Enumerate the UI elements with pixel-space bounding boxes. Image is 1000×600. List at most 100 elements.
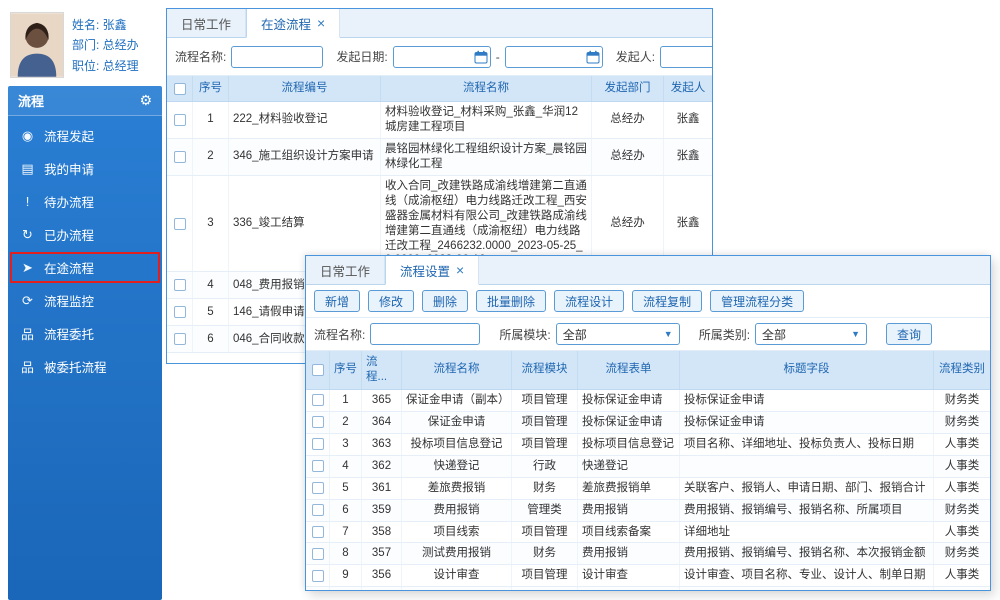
add-button[interactable]: 新增 <box>314 290 360 312</box>
tab-daily-work[interactable]: 日常工作 <box>306 256 385 284</box>
sidebar-item-todo-processes[interactable]: ! 待办流程 <box>8 185 162 218</box>
avatar <box>10 12 64 78</box>
calendar-icon[interactable] <box>586 50 600 64</box>
cell-process-name: 快递登记 <box>402 456 512 477</box>
select-all-checkbox[interactable] <box>312 364 324 376</box>
module-select[interactable]: 全部 ▼ <box>556 323 680 345</box>
tab-process-settings[interactable]: 流程设置 × <box>385 256 479 285</box>
cell-module: 项目管理 <box>512 587 578 591</box>
cell-index: 5 <box>193 299 229 325</box>
table-row[interactable]: 7 358 项目线索 项目管理 项目线索备案 详细地址 人事类 <box>306 522 990 544</box>
sidebar-item-delegated-processes[interactable]: 品 被委托流程 <box>8 350 162 383</box>
sidebar-item-process-monitor[interactable]: ⟳ 流程监控 <box>8 284 162 317</box>
process-design-button[interactable]: 流程设计 <box>554 290 624 312</box>
cell-index: 6 <box>330 500 362 521</box>
tab-close-icon[interactable]: × <box>317 16 325 30</box>
row-checkbox[interactable] <box>312 438 324 450</box>
sidebar-item-label: 流程发起 <box>44 126 94 145</box>
batch-delete-button[interactable]: 批量删除 <box>476 290 546 312</box>
cell-module: 项目管理 <box>512 522 578 543</box>
cell-process-name: 材料验收登记_材料采购_张鑫_华润12城房建工程项目 <box>381 102 592 138</box>
table-row[interactable]: 10 355 设计进度汇报 项目管理 设计进度汇报 设计进度汇报、所属项目、任务… <box>306 587 990 591</box>
delete-button[interactable]: 删除 <box>422 290 468 312</box>
row-checkbox[interactable] <box>312 548 324 560</box>
cell-form: 设计进度汇报 <box>578 587 680 591</box>
row-checkbox-cell <box>306 456 330 477</box>
cell-form: 项目线索备案 <box>578 522 680 543</box>
row-checkbox[interactable] <box>312 394 324 406</box>
table-body: 1 365 保证金申请（副本） 项目管理 投标保证金申请 投标保证金申请 财务类… <box>306 390 990 591</box>
broadcast-icon: ◉ <box>20 128 35 144</box>
sidebar-item-done-processes[interactable]: ↻ 已办流程 <box>8 218 162 251</box>
row-checkbox[interactable] <box>312 482 324 494</box>
tab-inflight-processes[interactable]: 在途流程 × <box>246 9 340 38</box>
row-checkbox[interactable] <box>174 151 186 163</box>
initiator-input[interactable] <box>660 46 713 68</box>
row-checkbox[interactable] <box>312 416 324 428</box>
search-button[interactable]: 查询 <box>886 323 932 345</box>
row-checkbox[interactable] <box>174 218 186 230</box>
row-checkbox[interactable] <box>174 333 186 345</box>
row-checkbox[interactable] <box>174 114 186 126</box>
table-row[interactable]: 2 364 保证金申请 项目管理 投标保证金申请 投标保证金申请 财务类 <box>306 412 990 434</box>
cell-form: 差旅费报销单 <box>578 478 680 499</box>
process-copy-button[interactable]: 流程复制 <box>632 290 702 312</box>
table-row[interactable]: 8 357 测试费用报销 财务 费用报销 费用报销、报销编号、报销名称、本次报销… <box>306 543 990 565</box>
table-row[interactable]: 6 359 费用报销 管理类 费用报销 费用报销、报销编号、报销名称、所属项目 … <box>306 500 990 522</box>
row-checkbox[interactable] <box>174 306 186 318</box>
sidebar-item-label: 待办流程 <box>44 192 94 211</box>
row-checkbox[interactable] <box>174 279 186 291</box>
table-row[interactable]: 2 346_施工组织设计方案申请 晨铭园林绿化工程组织设计方案_晨铭园林绿化工程… <box>167 139 712 176</box>
row-checkbox-cell <box>306 434 330 455</box>
cell-module: 财务 <box>512 543 578 564</box>
cell-index: 10 <box>330 587 362 591</box>
cell-index: 9 <box>330 565 362 586</box>
table-row[interactable]: 4 362 快递登记 行政 快递登记 人事类 <box>306 456 990 478</box>
table-row[interactable]: 3 363 投标项目信息登记 项目管理 投标项目信息登记 项目名称、详细地址、投… <box>306 434 990 456</box>
process-name-label: 流程名称: <box>175 48 226 65</box>
process-name-input[interactable] <box>231 46 323 68</box>
calendar-icon[interactable] <box>474 50 488 64</box>
sidebar-item-process-initiate[interactable]: ◉ 流程发起 <box>8 119 162 152</box>
cell-title-field: 费用报销、报销编号、报销名称、本次报销金额 <box>680 543 934 564</box>
table-row[interactable]: 1 222_材料验收登记 材料验收登记_材料采购_张鑫_华润12城房建工程项目 … <box>167 102 712 139</box>
category-select-value: 全部 <box>762 326 786 343</box>
header-initiator: 发起人 <box>664 76 712 101</box>
row-checkbox[interactable] <box>312 504 324 516</box>
row-checkbox[interactable] <box>312 460 324 472</box>
cell-category: 人事类 <box>934 456 990 477</box>
table-row[interactable]: 1 365 保证金申请（副本） 项目管理 投标保证金申请 投标保证金申请 财务类 <box>306 390 990 412</box>
select-all-checkbox[interactable] <box>174 83 186 95</box>
cell-process-code: 363 <box>362 434 402 455</box>
tab-daily-work[interactable]: 日常工作 <box>167 9 246 37</box>
gear-icon[interactable]: ⚙ <box>139 92 152 109</box>
sidebar-item-my-applications[interactable]: ▤ 我的申请 <box>8 152 162 185</box>
cell-index: 4 <box>330 456 362 477</box>
header-process-code: 流程... <box>362 351 402 389</box>
process-name-input[interactable] <box>370 323 480 345</box>
start-date-from <box>393 46 491 68</box>
tab-close-icon[interactable]: × <box>456 263 464 277</box>
cell-category: 财务类 <box>934 543 990 564</box>
user-name: 姓名: 张鑫 <box>72 16 139 33</box>
refresh-icon: ↻ <box>20 227 35 243</box>
cell-index: 2 <box>193 139 229 175</box>
row-checkbox[interactable] <box>312 526 324 538</box>
category-select[interactable]: 全部 ▼ <box>755 323 867 345</box>
tab-label: 在途流程 <box>261 14 311 33</box>
header-checkbox-cell <box>167 76 193 101</box>
cell-department: 总经办 <box>592 102 664 138</box>
toolbar: 新增 修改 删除 批量删除 流程设计 流程复制 管理流程分类 <box>306 285 990 318</box>
sync-icon: ⟳ <box>20 293 35 309</box>
edit-button[interactable]: 修改 <box>368 290 414 312</box>
header-index: 序号 <box>193 76 229 101</box>
row-checkbox[interactable] <box>312 570 324 582</box>
sidebar-item-process-delegate[interactable]: 品 流程委托 <box>8 317 162 350</box>
table-row[interactable]: 5 361 差旅费报销 财务 差旅费报销单 关联客户、报销人、申请日期、部门、报… <box>306 478 990 500</box>
table-row[interactable]: 9 356 设计审查 项目管理 设计审查 设计审查、项目名称、专业、设计人、制单… <box>306 565 990 587</box>
sidebar-item-inflight-processes[interactable]: ➤ 在途流程 <box>8 251 162 284</box>
sidebar-item-label: 已办流程 <box>44 225 94 244</box>
manage-category-button[interactable]: 管理流程分类 <box>710 290 804 312</box>
user-profile: 姓名: 张鑫 部门: 总经办 职位: 总经理 <box>8 10 162 86</box>
cell-module: 项目管理 <box>512 434 578 455</box>
